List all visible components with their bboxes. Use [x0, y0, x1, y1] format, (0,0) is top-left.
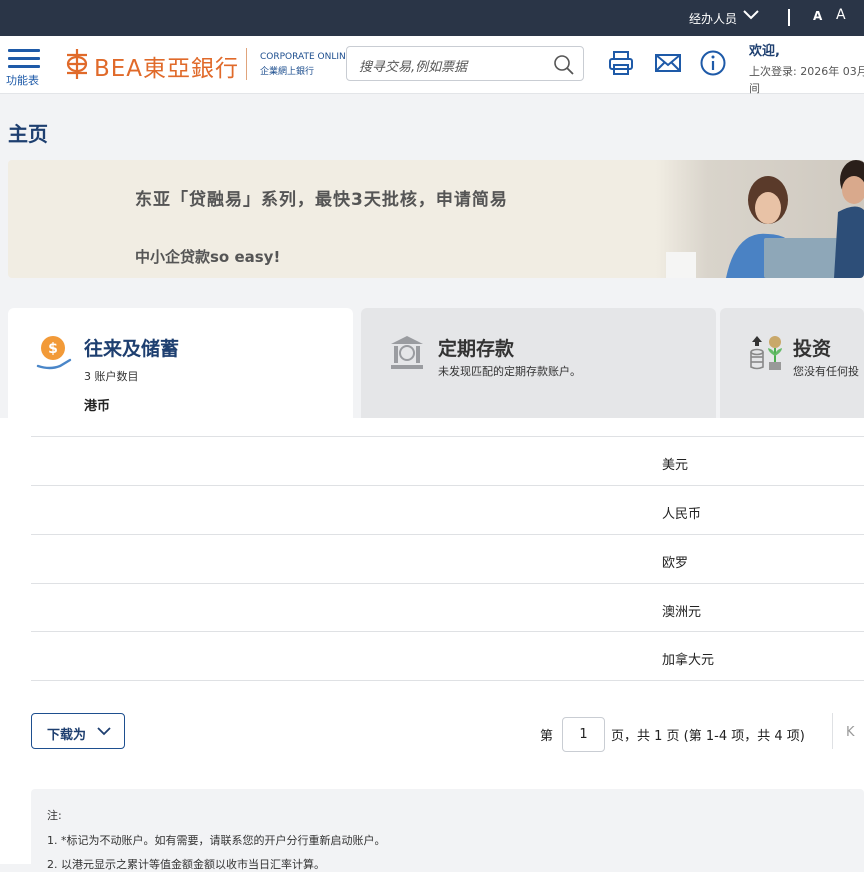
pagination-summary: 页，共 1 页 (第 1-4 项，共 4 项) — [611, 729, 805, 744]
promo-banner[interactable]: 东亚「贷融易」系列，最快3天批核，申请简易 中小企贷款so easy! — [8, 160, 864, 278]
card-investment[interactable]: 投资 您没有任何投 — [720, 308, 864, 418]
card-title: 投资 — [793, 338, 832, 360]
card-title: 往来及储蓄 — [84, 338, 180, 360]
currency-name: 人民币 — [662, 507, 702, 522]
corporate-online-label: CORPORATE ONLINE — [260, 52, 352, 62]
mail-icon[interactable] — [654, 49, 682, 77]
logo-divider — [246, 48, 247, 80]
download-button[interactable]: 下载为 — [31, 713, 125, 749]
note-item: 2. 以港元显示之累计等值金额金额以收市当日汇率计算。 — [47, 858, 325, 871]
print-icon[interactable] — [607, 49, 635, 77]
currency-row[interactable]: 美元 — [31, 436, 864, 485]
page-number-input[interactable]: 1 — [562, 717, 605, 752]
currency-name: 澳洲元 — [662, 605, 702, 620]
card-current-savings[interactable]: $ 往来及储蓄 3 账户数目 港币 — [8, 308, 353, 418]
divider — [31, 680, 864, 681]
card-subtitle: 您没有任何投 — [793, 365, 859, 378]
divider — [832, 713, 833, 749]
search-placeholder: 搜寻交易,例如票据 — [359, 60, 468, 75]
search-icon[interactable] — [553, 54, 575, 76]
last-login-text-cont: 间 — [749, 82, 760, 95]
banner-headline: 东亚「贷融易」系列，最快3天批核，申请简易 — [135, 190, 508, 210]
menu-label: 功能表 — [6, 74, 39, 87]
font-size-large-button[interactable]: A — [836, 7, 846, 23]
bank-building-icon — [391, 336, 423, 369]
welcome-text: 欢迎, — [749, 44, 780, 59]
currency-name: 美元 — [662, 458, 689, 473]
currency-row[interactable]: 欧罗 — [31, 534, 864, 583]
menu-button[interactable]: 功能表 — [6, 48, 42, 88]
currency-row[interactable]: 加拿大元 — [31, 631, 864, 680]
investment-growth-icon — [750, 336, 782, 370]
search-input[interactable]: 搜寻交易,例如票据 — [346, 46, 584, 81]
notes-title: 注: — [47, 809, 62, 822]
first-page-button[interactable]: K — [846, 725, 855, 740]
banner-subline: 中小企贷款so easy! — [135, 248, 281, 266]
logo-text: BEA東亞銀行 — [94, 56, 240, 82]
card-title: 定期存款 — [438, 338, 515, 360]
banner-photo — [656, 160, 864, 278]
download-label: 下载为 — [47, 728, 87, 743]
chevron-down-icon[interactable] — [742, 8, 760, 22]
card-currency: 港币 — [84, 399, 111, 414]
header: 功能表 BEA東亞銀行 CORPORATE ONLINE 企業網上銀行 搜寻交易… — [0, 36, 864, 95]
hamburger-icon — [8, 49, 40, 52]
account-content: 美元 人民币 欧罗 澳洲元 加拿大元 下载为 第 1 页，共 1 页 (第 1-… — [0, 418, 864, 871]
card-subtitle: 未发现匹配的定期存款账户。 — [438, 365, 581, 378]
corporate-online-label-cn: 企業網上銀行 — [260, 67, 315, 77]
info-icon[interactable] — [699, 49, 727, 77]
top-bar: 经办人员 A A — [0, 0, 864, 36]
currency-row[interactable]: 澳洲元 — [31, 583, 864, 632]
card-subtitle: 3 账户数目 — [84, 370, 139, 383]
card-time-deposit[interactable]: 定期存款 未发现匹配的定期存款账户。 — [361, 308, 716, 418]
note-item: 1. *标记为不动账户。如有需要，请联系您的开户分行重新启动账户。 — [47, 834, 386, 847]
role-selector-label[interactable]: 经办人员 — [689, 10, 737, 27]
last-login-text: 上次登录: 2026年 03月 — [749, 65, 864, 78]
svg-text:$: $ — [48, 341, 58, 357]
money-hand-icon: $ — [36, 336, 72, 370]
pagination-prefix: 第 — [540, 729, 554, 744]
currency-row[interactable]: 人民币 — [31, 485, 864, 534]
bea-emblem-icon — [66, 49, 88, 79]
divider — [788, 9, 790, 26]
currency-name: 欧罗 — [662, 556, 689, 571]
page-title: 主页 — [8, 122, 48, 146]
notes-panel: 注: 1. *标记为不动账户。如有需要，请联系您的开户分行重新启动账户。 2. … — [31, 789, 864, 871]
chevron-down-icon — [97, 727, 111, 736]
font-size-small-button[interactable]: A — [813, 9, 822, 23]
currency-name: 加拿大元 — [662, 653, 715, 668]
